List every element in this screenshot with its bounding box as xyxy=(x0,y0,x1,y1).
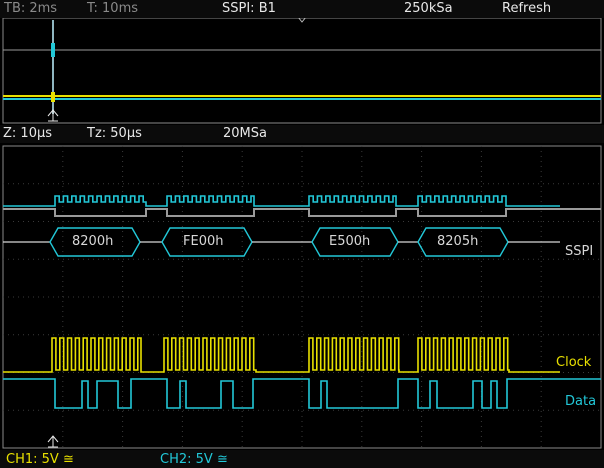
zoom-position-label[interactable]: Tz: 50µs xyxy=(87,126,142,142)
ch2-coupling-icon: ≅ xyxy=(216,452,228,467)
trigger-time-label[interactable]: T: 10ms xyxy=(87,1,138,17)
ch1-coupling-icon: ≅ xyxy=(62,452,74,467)
bus-frame-label[interactable]: 8205h xyxy=(437,234,478,250)
zoom-label[interactable]: Z: 10µs xyxy=(3,126,52,142)
zoom-sample-rate-label: 20MSa xyxy=(223,126,267,141)
sample-rate-label: 250kSa xyxy=(404,1,453,16)
zoom-status-bar: Z: 10µs Tz: 50µs 20MSa xyxy=(0,125,604,143)
ch2-setting[interactable]: CH2: 5V ≅ xyxy=(160,452,228,468)
acquisition-mode-label[interactable]: Refresh xyxy=(502,1,551,17)
bottom-channel-bar: CH1: 5V ≅ CH2: 5V ≅ xyxy=(0,450,604,468)
bus-frame-label[interactable]: FE00h xyxy=(183,234,223,250)
bus-frame-label[interactable]: 8200h xyxy=(72,234,113,250)
ch1-setting[interactable]: CH1: 5V ≅ xyxy=(6,452,74,468)
top-status-bar: TB: 2ms T: 10ms SSPI: B1 250kSa Refresh xyxy=(0,0,604,18)
bus-selector-label[interactable]: SSPI: B1 xyxy=(222,1,276,17)
clock-channel-label: Clock xyxy=(556,355,592,370)
bus-label: SSPI xyxy=(565,244,594,259)
overview-burst-clock xyxy=(51,92,55,102)
bus-frame-label[interactable]: E500h xyxy=(329,234,370,250)
overview-burst-marker xyxy=(51,43,55,57)
data-channel-label: Data xyxy=(565,394,597,409)
timebase-label[interactable]: TB: 2ms xyxy=(4,1,57,17)
overview-window xyxy=(2,17,602,124)
